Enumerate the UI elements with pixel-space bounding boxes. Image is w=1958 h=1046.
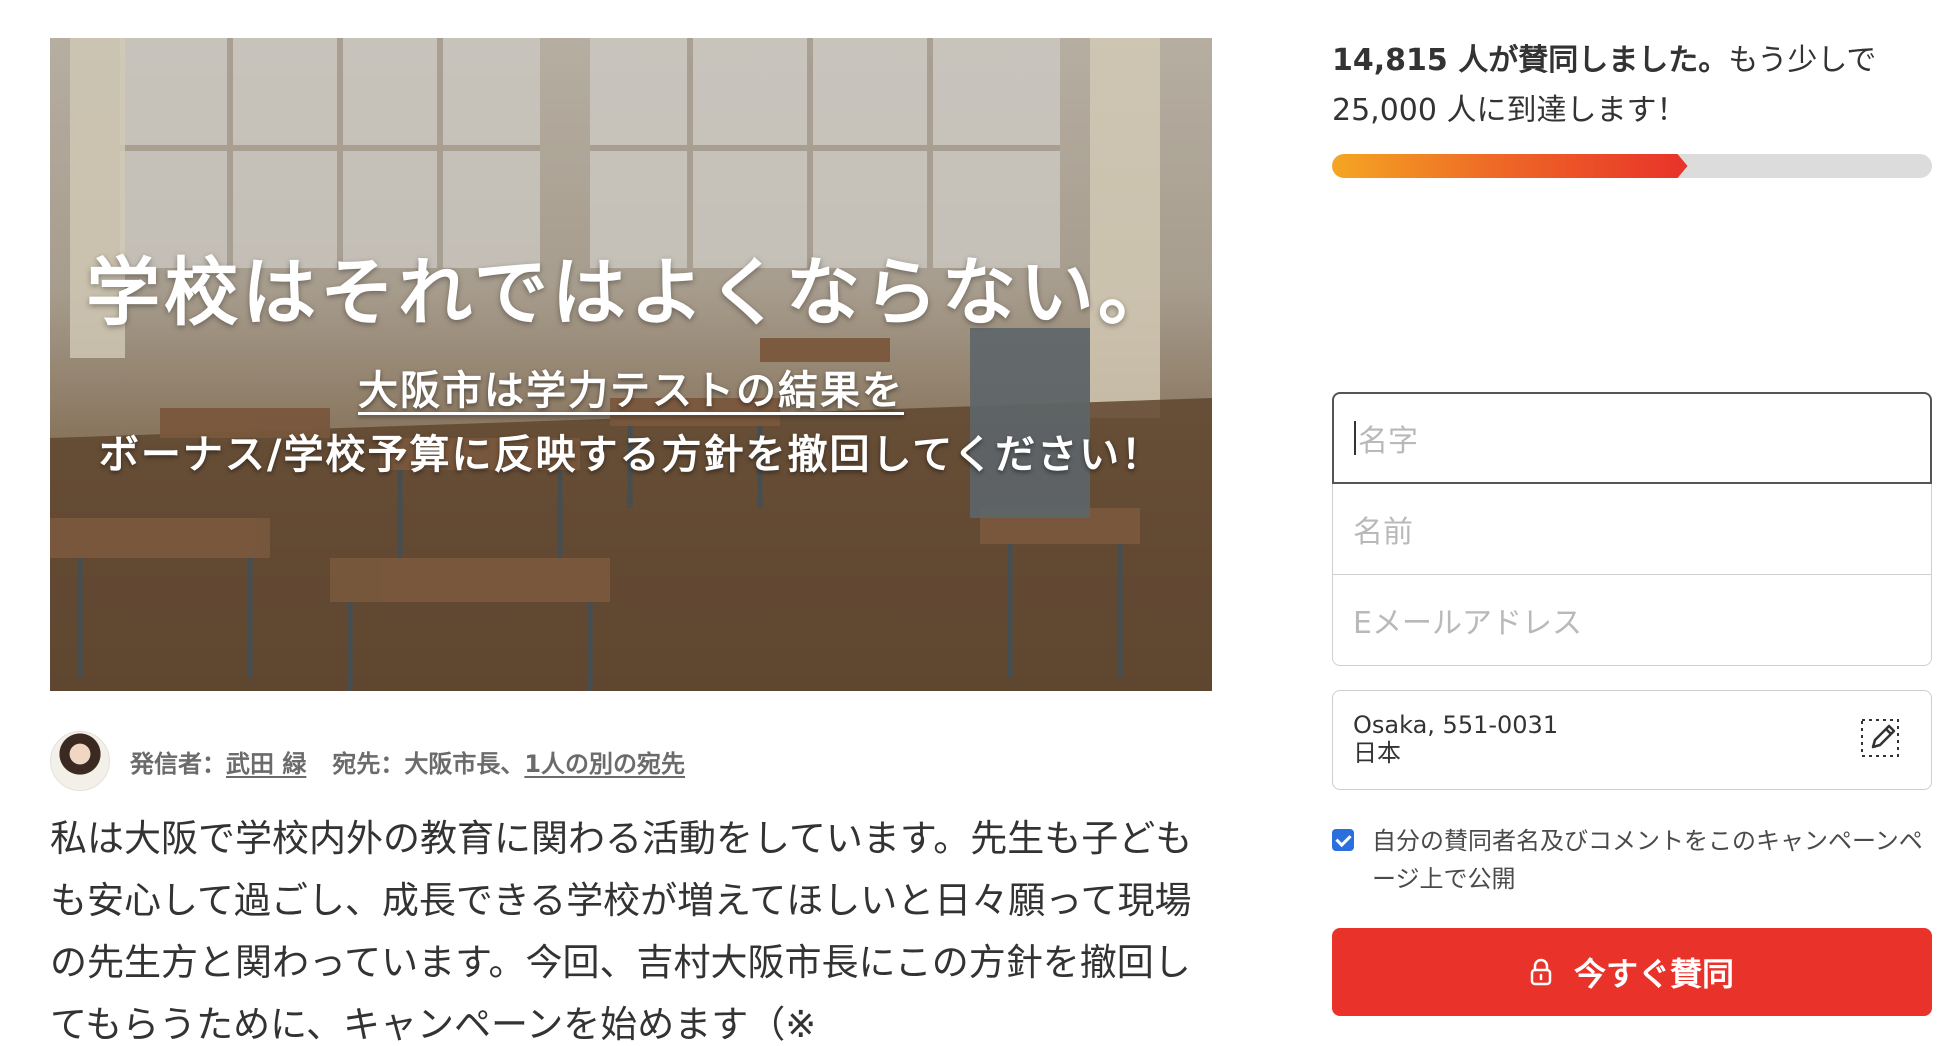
public-signature-consent[interactable]: 自分の賛同者名及びコメントをこのキャンペーンページ上で公開 (1332, 822, 1942, 898)
location-field[interactable]: Osaka, 551-0031 日本 (1332, 690, 1932, 790)
last-name-placeholder: 名字 (1358, 424, 1418, 459)
signature-progress-fill (1332, 154, 1688, 178)
hero-title: 学校はそれではよくならない。 (86, 250, 1176, 336)
signature-progress-text: 14,815 人が賛同しました。もう少しで 25,000 人に到達します！ (1332, 36, 1932, 136)
sign-now-label: 今すぐ賛同 (1573, 955, 1734, 993)
signature-count: 14,815 人が賛同しました。 (1332, 43, 1729, 78)
starter-avatar[interactable] (50, 731, 110, 791)
signature-progress-bar (1332, 154, 1932, 178)
email-input[interactable]: Eメールアドレス (1332, 574, 1932, 666)
hero-subtitle-line2-text: ボーナス/学校予算に反映する方針を撤回してください！ (98, 432, 1164, 478)
lock-icon (1530, 958, 1552, 986)
hero-subtitle-line1-text: 大阪市は学力テストの結果を (358, 368, 904, 414)
location-line2: 日本 (1353, 739, 1401, 767)
consent-checkbox[interactable] (1332, 829, 1354, 851)
petition-description: 私は大阪で学校内外の教育に関わる活動をしています。先生も子どもも安心して過ごし、… (50, 817, 1193, 1046)
edit-location-icon[interactable] (1859, 717, 1903, 761)
first-name-input[interactable]: 名前 (1332, 483, 1932, 575)
email-placeholder: Eメールアドレス (1353, 606, 1582, 641)
sign-now-button[interactable]: 今すぐ賛同 (1332, 928, 1932, 1016)
text-caret (1354, 421, 1356, 455)
target-label: 宛先：大阪市長、 (332, 749, 525, 778)
petition-page: 学校はそれではよくならない。 大阪市は学力テストの結果を ボーナス/学校予算に反… (0, 0, 1958, 1046)
petition-byline: 発信者： 武田 緑 宛先：大阪市長、 1人の別の宛先 (50, 730, 685, 792)
consent-label: 自分の賛同者名及びコメントをこのキャンペーンページ上で公開 (1372, 827, 1923, 893)
first-name-placeholder: 名前 (1353, 515, 1413, 550)
hero-image: 学校はそれではよくならない。 大阪市は学力テストの結果を ボーナス/学校予算に反… (50, 38, 1212, 691)
other-targets-link[interactable]: 1人の別の宛先 (524, 744, 685, 779)
hero-subtitle-line1: 大阪市は学力テストの結果を (50, 358, 1212, 416)
starter-label: 発信者： (130, 749, 226, 778)
location-line1: Osaka, 551-0031 (1353, 711, 1559, 739)
hero-subtitle-line2: ボーナス/学校予算に反映する方針を撤回してください！ (50, 422, 1212, 480)
signer-form: 名字 名前 Eメールアドレス (1332, 392, 1932, 666)
starter-name-link[interactable]: 武田 緑 (226, 744, 306, 779)
last-name-input[interactable]: 名字 (1332, 392, 1932, 484)
